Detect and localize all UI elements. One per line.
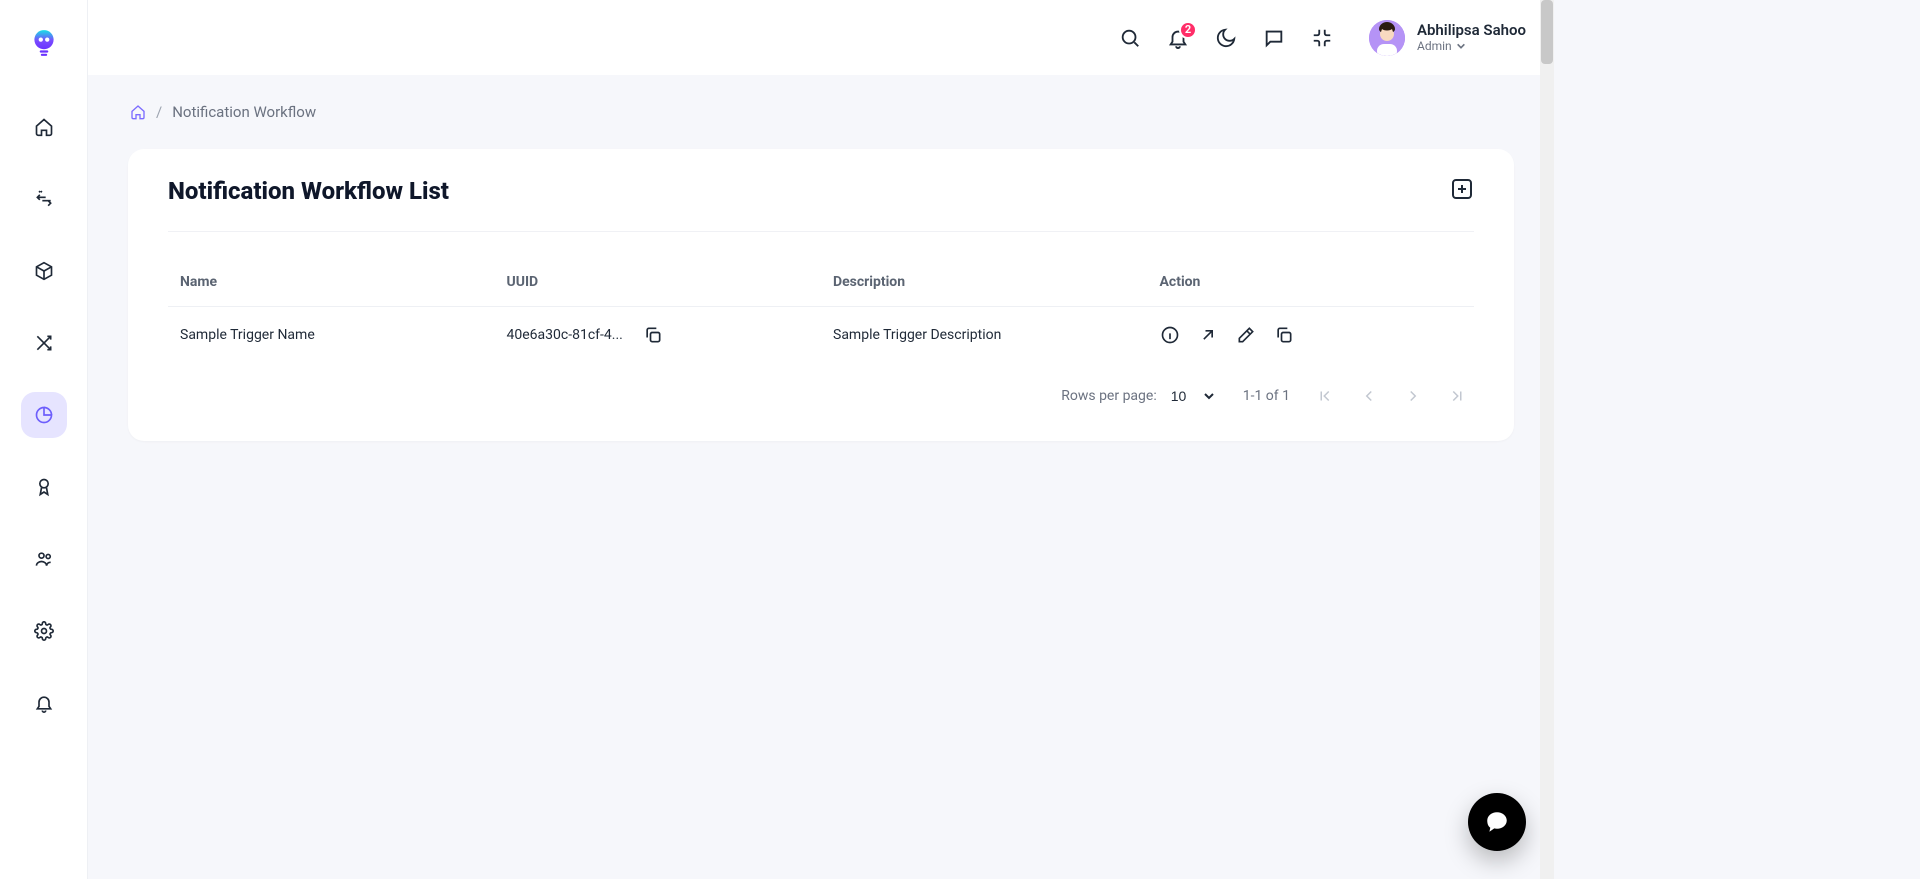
chevron-right-icon <box>1404 387 1422 405</box>
home-icon <box>130 104 146 120</box>
shuffle-icon <box>34 333 54 353</box>
users-icon <box>34 549 54 569</box>
chevrons-left-icon <box>1316 387 1334 405</box>
col-name: Name <box>168 258 495 307</box>
main: 2 <box>88 0 1554 879</box>
nav-transfer[interactable] <box>21 176 67 222</box>
minimize-icon <box>1311 27 1333 49</box>
user-role: Admin <box>1417 39 1526 53</box>
gear-icon <box>34 621 54 641</box>
pagination: Rows per page: 10 1-1 of 1 <box>168 387 1474 405</box>
avatar <box>1369 20 1405 56</box>
first-page-button[interactable] <box>1316 387 1334 405</box>
content: / Notification Workflow Notification Wor… <box>88 75 1554 879</box>
home-icon <box>34 117 54 137</box>
sidebar-nav <box>21 104 67 726</box>
breadcrumb-sep: / <box>156 103 162 121</box>
chat-fab[interactable] <box>1468 793 1526 851</box>
copy-icon <box>643 325 663 345</box>
cell-action <box>1148 307 1475 364</box>
col-description: Description <box>821 258 1148 307</box>
open-action[interactable] <box>1198 325 1218 345</box>
search-icon <box>1119 27 1141 49</box>
col-uuid: UUID <box>495 258 822 307</box>
bell-outline-icon <box>34 693 54 713</box>
nav-rewards[interactable] <box>21 464 67 510</box>
nav-settings[interactable] <box>21 608 67 654</box>
user-meta: Abhilipsa Sahoo Admin <box>1417 21 1526 53</box>
user-menu[interactable]: Abhilipsa Sahoo Admin <box>1369 20 1526 56</box>
breadcrumb: / Notification Workflow <box>130 103 1514 121</box>
chevron-left-icon <box>1360 387 1378 405</box>
cell-uuid: 40e6a30c-81cf-4... <box>495 307 822 364</box>
search-button[interactable] <box>1119 27 1141 49</box>
duplicate-action[interactable] <box>1274 325 1294 345</box>
pie-chart-icon <box>34 405 54 425</box>
messages-button[interactable] <box>1263 27 1285 49</box>
avatar-image <box>1369 20 1405 56</box>
logo-icon <box>31 29 57 61</box>
page-range: 1-1 of 1 <box>1243 388 1290 404</box>
user-role-label: Admin <box>1417 39 1452 53</box>
cell-description: Sample Trigger Description <box>821 307 1148 364</box>
edit-icon <box>1236 325 1256 345</box>
notifications-badge: 2 <box>1179 21 1197 39</box>
scrollbar-track[interactable] <box>1540 0 1554 879</box>
user-name: Abhilipsa Sahoo <box>1417 21 1526 39</box>
table-row: Sample Trigger Name 40e6a30c-81cf-4... S… <box>168 307 1474 364</box>
plus-square-icon <box>1450 177 1474 201</box>
cell-name: Sample Trigger Name <box>168 307 495 364</box>
fullscreen-exit-button[interactable] <box>1311 27 1333 49</box>
nav-notifications[interactable] <box>21 680 67 726</box>
scrollbar-thumb[interactable] <box>1541 0 1553 64</box>
nav-analytics[interactable] <box>21 392 67 438</box>
arrow-up-right-icon <box>1198 325 1218 345</box>
col-action: Action <box>1148 258 1475 307</box>
cube-icon <box>34 261 54 281</box>
last-page-button[interactable] <box>1448 387 1466 405</box>
card-title: Notification Workflow List <box>168 177 449 205</box>
nav-package[interactable] <box>21 248 67 294</box>
chat-icon <box>1263 27 1285 49</box>
copy-uuid-button[interactable] <box>643 325 663 345</box>
chevrons-right-icon <box>1448 387 1466 405</box>
sidebar <box>0 0 88 879</box>
uuid-value: 40e6a30c-81cf-4... <box>507 327 623 343</box>
theme-toggle[interactable] <box>1215 27 1237 49</box>
add-workflow-button[interactable] <box>1450 177 1474 205</box>
next-page-button[interactable] <box>1404 387 1422 405</box>
breadcrumb-home[interactable] <box>130 104 146 120</box>
prev-page-button[interactable] <box>1360 387 1378 405</box>
rows-per-page-select[interactable]: 10 <box>1167 387 1217 405</box>
award-icon <box>34 477 54 497</box>
duplicate-icon <box>1274 325 1294 345</box>
breadcrumb-current: Notification Workflow <box>172 103 316 121</box>
rows-per-page-label: Rows per page: <box>1061 388 1156 404</box>
transfer-icon <box>34 189 54 209</box>
workflow-card: Notification Workflow List Name UUID Des… <box>128 149 1514 441</box>
edit-action[interactable] <box>1236 325 1256 345</box>
nav-shuffle[interactable] <box>21 320 67 366</box>
chat-bubble-icon <box>1484 809 1510 835</box>
info-icon <box>1160 325 1180 345</box>
chevron-down-icon <box>1456 41 1466 51</box>
notifications-button[interactable]: 2 <box>1167 27 1189 49</box>
app-logo[interactable] <box>31 14 57 76</box>
workflow-table: Name UUID Description Action Sample Trig… <box>168 258 1474 363</box>
info-action[interactable] <box>1160 325 1180 345</box>
nav-home[interactable] <box>21 104 67 150</box>
header: 2 <box>88 0 1554 75</box>
moon-icon <box>1215 27 1237 49</box>
nav-users[interactable] <box>21 536 67 582</box>
